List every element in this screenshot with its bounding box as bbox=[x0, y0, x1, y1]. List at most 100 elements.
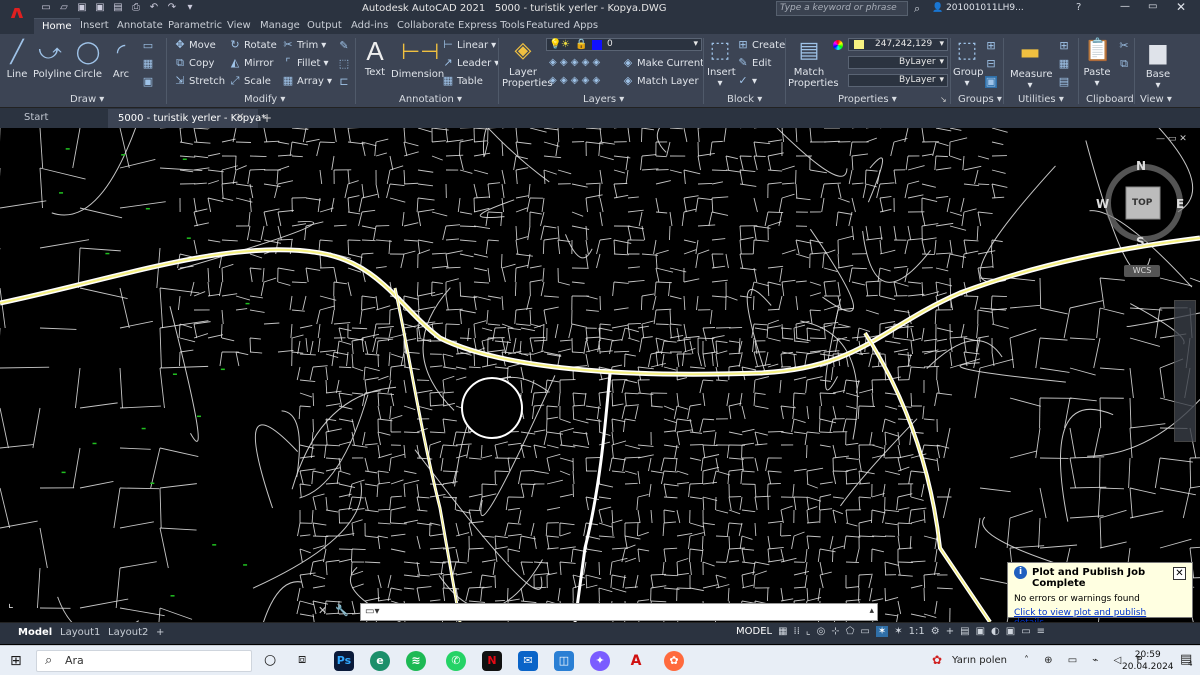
outlook-icon[interactable]: ◫ bbox=[554, 651, 574, 671]
snap-icon[interactable]: ⁞⁞ bbox=[794, 626, 800, 637]
arc-button[interactable]: ◜ Arc bbox=[108, 40, 134, 80]
table-button[interactable]: ▦ Table bbox=[442, 75, 483, 87]
layer-tools-row2[interactable]: ◈ ◈ ◈ ◈ ◈ bbox=[549, 75, 600, 86]
mail-icon[interactable]: ✉ bbox=[518, 651, 538, 671]
scale-button[interactable]: ⤢ Scale bbox=[229, 75, 271, 87]
tab-annotate[interactable]: Annotate bbox=[117, 20, 163, 31]
text-button[interactable]: A Text bbox=[362, 38, 388, 78]
help-icon[interactable]: ? bbox=[1076, 2, 1081, 13]
customize-icon[interactable]: 🔧 bbox=[335, 604, 349, 617]
viewcube[interactable]: N W E S TOP bbox=[1096, 159, 1190, 249]
autocad-taskbar-icon[interactable]: A bbox=[626, 651, 646, 671]
ortho-icon[interactable]: ⌞ bbox=[806, 626, 811, 637]
selection-cycling-icon[interactable]: ▭ bbox=[860, 626, 869, 637]
new-tab-icon[interactable]: + bbox=[262, 111, 272, 125]
isodraft-icon[interactable]: ⬠ bbox=[846, 626, 855, 637]
tab-home[interactable]: Home bbox=[34, 18, 80, 34]
ungroup-icon[interactable]: ⊟ bbox=[985, 58, 997, 70]
tab-collaborate[interactable]: Collaborate bbox=[397, 20, 455, 31]
save-icon[interactable]: ▣ bbox=[76, 2, 88, 14]
close-icon[interactable]: ✕ bbox=[1176, 0, 1186, 14]
customize-status-icon[interactable]: ≡ bbox=[1037, 626, 1045, 637]
dialog-launcher-icon[interactable]: ↘ bbox=[940, 95, 947, 104]
copy-button[interactable]: ⧉ Copy bbox=[174, 57, 214, 69]
trim-button[interactable]: ✂ Trim ▾ bbox=[282, 39, 326, 51]
redo-icon[interactable]: ↷ bbox=[166, 2, 178, 14]
taskbar-clock[interactable]: 20:59 20.04.2024 bbox=[1122, 649, 1174, 673]
isolate-objects-icon[interactable]: ◐ bbox=[991, 626, 1000, 637]
model-tab[interactable]: Model bbox=[18, 627, 52, 638]
save-as-icon[interactable]: ▣ bbox=[94, 2, 106, 14]
notification-close-button[interactable]: ✕ bbox=[1173, 567, 1186, 580]
layout1-tab[interactable]: Layout1 bbox=[60, 627, 100, 638]
annotation-scale[interactable]: 1:1 bbox=[909, 626, 925, 637]
offset-icon[interactable]: ⊏ bbox=[338, 76, 350, 88]
command-history-icon[interactable]: ▴ bbox=[869, 606, 874, 616]
compass-north[interactable]: N bbox=[1136, 159, 1146, 173]
tab-view[interactable]: View bbox=[227, 20, 251, 31]
rotate-button[interactable]: ↻ Rotate bbox=[229, 39, 276, 51]
units-icon[interactable]: ▤ bbox=[960, 626, 969, 637]
clean-screen-icon[interactable]: ▭ bbox=[1021, 626, 1030, 637]
photoshop-icon[interactable]: Ps bbox=[334, 651, 354, 671]
annotation-monitor-icon[interactable]: + bbox=[946, 626, 954, 637]
edge-icon[interactable]: e bbox=[370, 651, 390, 671]
layer-tools-row1[interactable]: ◈ ◈ ◈ ◈ ◈ bbox=[549, 57, 600, 68]
hatch-icon[interactable]: ▦ bbox=[142, 58, 154, 70]
annotation-visibility-icon[interactable]: ✶ bbox=[875, 626, 889, 637]
move-button[interactable]: ✥ Move bbox=[174, 39, 215, 51]
cortana-icon[interactable]: ○ bbox=[264, 652, 276, 668]
maximize-icon[interactable]: ▭ bbox=[1148, 1, 1157, 12]
drawing-canvas[interactable]: — ▭ ✕ ⌞ bbox=[0, 128, 1200, 622]
workspace-gear-icon[interactable]: ⚙ bbox=[931, 626, 940, 637]
linear-button[interactable]: ⊢ Linear ▾ bbox=[442, 39, 496, 51]
user-account[interactable]: 👤 201001011LH9... bbox=[932, 3, 1024, 13]
base-view-button[interactable]: ▆ Base ▾ bbox=[1142, 40, 1174, 91]
linetype-dropdown[interactable]: ByLayer ▾ bbox=[848, 56, 948, 69]
match-properties-button[interactable]: ▤ Match Properties bbox=[788, 38, 839, 89]
workspace-dropdown-icon[interactable]: ▾ bbox=[184, 2, 196, 14]
autoscale-icon[interactable]: ✶ bbox=[894, 626, 902, 637]
tab-parametric[interactable]: Parametric bbox=[168, 20, 222, 31]
tab-featured-apps[interactable]: Featured Apps bbox=[526, 20, 598, 31]
group-edit-icon[interactable]: ⊞ bbox=[985, 40, 997, 52]
edit-block-button[interactable]: ✎ Edit bbox=[737, 57, 771, 69]
group-select-icon[interactable]: ▣ bbox=[985, 76, 997, 88]
start-tab[interactable]: Start bbox=[24, 112, 48, 123]
insert-button[interactable]: ⬚ Insert ▾ bbox=[707, 38, 736, 89]
tab-addins[interactable]: Add-ins bbox=[351, 20, 388, 31]
quick-properties-icon[interactable]: ▣ bbox=[976, 626, 985, 637]
layer-properties-button[interactable]: ◈ Layer Properties bbox=[502, 38, 553, 89]
array-button[interactable]: ▦ Array ▾ bbox=[282, 75, 332, 87]
panel-title-groups[interactable]: Groups ▾ bbox=[958, 94, 1002, 105]
close-tab-icon[interactable]: ✕ bbox=[236, 112, 244, 123]
viewcube-top-face[interactable]: TOP bbox=[1132, 198, 1152, 208]
copilot-icon[interactable]: ✦ bbox=[590, 651, 610, 671]
panel-title-clipboard[interactable]: Clipboard bbox=[1086, 94, 1134, 105]
command-line-input[interactable]: ▭▾ ▴ bbox=[360, 603, 878, 621]
panel-title-modify[interactable]: Modify ▾ bbox=[244, 94, 285, 105]
leader-button[interactable]: ↗ Leader ▾ bbox=[442, 57, 499, 69]
minimize-icon[interactable]: — bbox=[1120, 1, 1130, 12]
quick-select-icon[interactable]: ⊞ bbox=[1058, 40, 1070, 52]
group-button[interactable]: ⬚ Group ▾ bbox=[953, 38, 983, 89]
close-commandline-icon[interactable]: ✕ bbox=[318, 604, 327, 617]
tab-insert[interactable]: Insert bbox=[80, 20, 109, 31]
circle-button[interactable]: ◯ Circle bbox=[73, 40, 103, 80]
windows-start-icon[interactable]: ⊞ bbox=[10, 653, 22, 669]
measure-button[interactable]: ▬ Measure ▾ bbox=[1010, 40, 1053, 91]
new-file-icon[interactable]: ▭ bbox=[40, 2, 52, 14]
compass-south[interactable]: S bbox=[1136, 235, 1145, 249]
id-point-icon[interactable]: ▤ bbox=[1058, 76, 1070, 88]
osnap-icon[interactable]: ⊹ bbox=[831, 626, 839, 637]
plot-icon[interactable]: ⎙ bbox=[130, 2, 142, 14]
wcs-menu[interactable]: WCS bbox=[1124, 265, 1160, 277]
task-view-icon[interactable]: ⧈ bbox=[298, 652, 306, 667]
panel-title-utilities[interactable]: Utilities ▾ bbox=[1018, 94, 1064, 105]
netflix-icon[interactable]: N bbox=[482, 651, 502, 671]
make-current-button[interactable]: ◈ Make Current bbox=[622, 57, 704, 69]
grid-icon[interactable]: ▦ bbox=[778, 626, 787, 637]
stretch-button[interactable]: ⇲ Stretch bbox=[174, 75, 225, 87]
lineweight-dropdown[interactable]: ByLayer ▾ bbox=[848, 74, 948, 87]
line-button[interactable]: ╱ Line bbox=[4, 40, 30, 80]
